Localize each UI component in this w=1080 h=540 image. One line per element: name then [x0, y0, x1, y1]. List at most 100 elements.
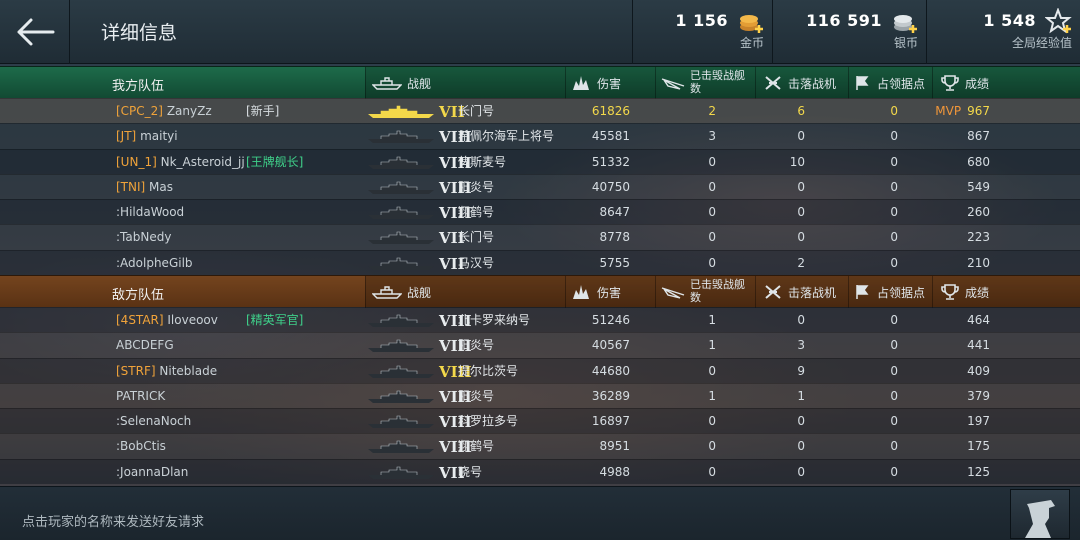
- col-capture: 占领据点: [848, 67, 932, 99]
- planes-destroyed-value: 0: [797, 129, 805, 144]
- silver-amount: 116 591: [806, 11, 882, 30]
- clan-tag: [4STAR]: [116, 313, 164, 327]
- planes-destroyed-value: 1: [797, 388, 805, 403]
- col-ship-label: 战舰: [407, 286, 432, 300]
- player-row[interactable]: :BobCtis VIII 翔鹤号 8951 0 0 0 175: [0, 433, 1080, 459]
- ships-destroyed-value: 0: [708, 414, 716, 429]
- player-row[interactable]: ABCDEFG VIII 阳炎号 40567 1 3 0 441: [0, 332, 1080, 358]
- player-row[interactable]: :AdolpheGilb VII 马汉号 5755 0 2 0 210: [0, 249, 1080, 276]
- ship-silhouette-icon: [368, 314, 434, 327]
- player-rank-tag: [精英军官]: [246, 313, 304, 327]
- player-row[interactable]: :SelenaNoch VIII 科罗拉多号 16897 0 0 0 197: [0, 408, 1080, 434]
- col-ship: 战舰: [365, 67, 565, 99]
- ship-silhouette-icon: [368, 339, 434, 353]
- player-row[interactable]: :HildaWood VIII 翔鹤号 8647 0 0 0 260: [0, 199, 1080, 225]
- player-nickname: :JoannaDlan: [116, 464, 189, 479]
- col-capture-label: 占领据点: [877, 286, 926, 300]
- planes-destroyed-value: 0: [797, 464, 805, 479]
- ship-name: 长门号: [458, 230, 495, 245]
- score-number: 210: [967, 255, 990, 270]
- player-name[interactable]: [STRF] Niteblade: [116, 359, 217, 383]
- player-name[interactable]: :JoannaDlan: [116, 460, 188, 484]
- free-xp-currency[interactable]: 1 548 全局经验值: [926, 0, 1080, 64]
- col-score: 成绩: [932, 276, 1080, 308]
- player-nickname: Mas: [149, 179, 174, 194]
- col-score: 成绩: [932, 67, 1080, 99]
- planes-destroyed-value: 0: [797, 205, 805, 220]
- captain-button[interactable]: [1010, 489, 1070, 539]
- player-row[interactable]: PATRICK VIII 阳炎号 36289 1 1 0 379: [0, 382, 1080, 409]
- damage-value: 16897: [591, 414, 630, 429]
- player-name[interactable]: [4STAR] Iloveoov: [116, 308, 218, 332]
- ship-silhouette-icon: [368, 232, 434, 245]
- planes-destroyed-value: 0: [797, 179, 805, 194]
- capture-value: 0: [890, 205, 898, 220]
- gold-currency[interactable]: 1 156 金币: [632, 0, 772, 64]
- player-row[interactable]: :JoannaDlan VII 晓号 4988 0 0 0 125: [0, 458, 1080, 485]
- sunk-ship-icon: [661, 287, 685, 299]
- player-row[interactable]: [4STAR] Iloveoov [精英军官] VIII 北卡罗来纳号 51246 1 0 0…: [0, 307, 1080, 333]
- player-name[interactable]: [JT] maityi: [116, 124, 178, 148]
- score-number: 441: [967, 338, 990, 353]
- player-row[interactable]: [UN_1] Nk_Asteroid_jj [王牌舰长] VIII 俾斯麦号 51332…: [0, 148, 1080, 174]
- score-value: 197: [930, 409, 990, 433]
- sunk-ship-icon: [661, 78, 685, 90]
- player-name[interactable]: :HildaWood: [116, 200, 184, 224]
- player-name[interactable]: :SelenaNoch: [116, 409, 191, 433]
- player-nickname: ZanyZz: [166, 104, 212, 118]
- score-value: 260: [930, 200, 990, 224]
- ship-silhouette-icon: [368, 206, 434, 220]
- player-row[interactable]: [STRF] Niteblade VIII 提尔比茨号 44680 0 9 0 409: [0, 357, 1080, 383]
- col-capture: 占领据点: [848, 276, 932, 308]
- explosion-icon: [573, 285, 589, 299]
- ships-destroyed-value: 0: [708, 255, 716, 270]
- player-row[interactable]: :TabNedy VII 长门号 8778 0 0 0 223: [0, 224, 1080, 250]
- col-score-label: 成绩: [965, 286, 990, 300]
- score-value: MVP 967: [930, 99, 990, 123]
- clan-tag: [TNI]: [116, 179, 146, 194]
- damage-value: 40750: [591, 179, 630, 194]
- ship-cell: VIII 阳炎号: [365, 384, 570, 408]
- player-name[interactable]: PATRICK: [116, 384, 165, 408]
- col-damage-label: 伤害: [597, 77, 622, 91]
- capture-value: 0: [890, 464, 898, 479]
- player-name[interactable]: :AdolpheGilb: [116, 251, 193, 275]
- score-number: 549: [967, 179, 990, 194]
- ship-silhouette-icon: [368, 181, 434, 194]
- player-name[interactable]: [UN_1] Nk_Asteroid_jj: [116, 150, 245, 174]
- capture-value: 0: [890, 388, 898, 403]
- damage-value: 8778: [599, 230, 630, 245]
- score-number: 175: [967, 439, 990, 454]
- ship-name: 科罗拉多号: [458, 414, 519, 429]
- planes-destroyed-value: 0: [797, 313, 805, 327]
- player-nickname: Niteblade: [159, 363, 218, 378]
- warship-icon: [372, 286, 402, 299]
- score-number: 464: [967, 313, 990, 327]
- enemy-team-title: 敌方队伍: [112, 288, 165, 303]
- damage-value: 45581: [591, 129, 630, 144]
- ship-silhouette-icon: [368, 257, 434, 270]
- player-name[interactable]: [CPC_2] ZanyZz: [116, 99, 212, 123]
- damage-value: 8647: [599, 205, 630, 220]
- top-bar: 详细信息 1 156 金币 116 591 银币 1 548 全局经验值: [0, 0, 1080, 64]
- player-row[interactable]: [TNI] Mas VIII 阳炎号 40750 0 0 0 549: [0, 173, 1080, 200]
- score-value: 549: [930, 175, 990, 199]
- player-name[interactable]: :BobCtis: [116, 434, 166, 458]
- player-row[interactable]: [JT] maityi VIII 希佩尔海军上将号 45581 3 0 0 867: [0, 123, 1080, 149]
- player-row[interactable]: [CPC_2] ZanyZz [新手] VII 长门号 61826 2 6 0 MVP 967: [0, 98, 1080, 124]
- ship-cell: VIII 提尔比茨号: [365, 359, 570, 383]
- friend-request-hint: 点击玩家的名称来发送好友请求: [22, 515, 205, 530]
- player-name[interactable]: ABCDEFG: [116, 333, 174, 357]
- captain-portrait-icon: [1025, 500, 1055, 538]
- enemy-team-section: 敌方队伍 战舰 伤害 已击毁战舰数 击落战机 占领据点 成绩 [4STAR] I…: [0, 275, 1080, 485]
- silver-currency[interactable]: 116 591 银币: [772, 0, 926, 64]
- col-planes-label: 击落战机: [788, 286, 837, 300]
- player-nickname: :HildaWood: [116, 205, 185, 220]
- back-button[interactable]: [0, 0, 70, 64]
- player-name[interactable]: :TabNedy: [116, 225, 171, 249]
- capture-value: 0: [890, 230, 898, 245]
- player-name[interactable]: [TNI] Mas: [116, 175, 173, 199]
- col-planes: 击落战机: [755, 276, 848, 308]
- ship-cell: VII 晓号: [365, 460, 570, 484]
- silver-coins-icon: [894, 15, 917, 33]
